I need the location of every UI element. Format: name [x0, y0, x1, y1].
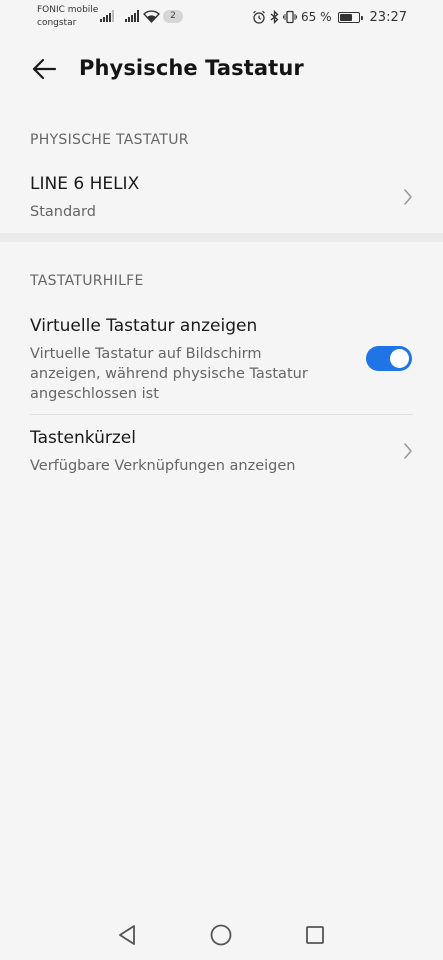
section-divider [0, 233, 443, 242]
carrier-secondary: congstar [37, 18, 77, 28]
carrier-info: FONIC mobile congstar [37, 4, 98, 30]
virtual-keyboard-setting[interactable]: Virtuelle Tastatur anzeigen Virtuelle Ta… [0, 304, 443, 412]
triangle-back-icon [119, 925, 135, 945]
virtual-keyboard-desc-line: Virtuelle Tastatur auf Bildschirm [30, 346, 262, 362]
shortcuts-item[interactable]: Tastenkürzel Verfügbare Verknüpfungen an… [0, 418, 443, 482]
virtual-keyboard-desc-line: anzeigen, während physische Tastatur [30, 366, 308, 382]
chevron-right-icon [404, 443, 412, 459]
section-header-physical-keyboard: PHYSISCHE TASTATUR [30, 132, 189, 148]
vibrate-icon [283, 10, 298, 24]
keyboard-device-name: LINE 6 HELIX [30, 174, 140, 194]
row-divider [30, 414, 413, 415]
page-title: Physische Tastatur [79, 56, 304, 80]
back-arrow-icon [32, 58, 57, 80]
square-recents-icon [306, 926, 324, 944]
wifi-icon [143, 10, 160, 23]
nav-home-button[interactable] [206, 922, 236, 948]
virtual-keyboard-desc-line: angeschlossen ist [30, 386, 159, 402]
bluetooth-icon [270, 10, 279, 24]
alarm-icon [253, 10, 265, 24]
nav-back-button[interactable] [112, 922, 142, 948]
carrier-primary: FONIC mobile [37, 5, 99, 15]
signal-strength-icon [100, 10, 114, 22]
status-bar: FONIC mobile congstar 2 65 % 23:27 [0, 0, 443, 34]
battery-percent: 65 % [301, 10, 332, 24]
keyboard-device-layout: Standard [30, 204, 96, 220]
shortcuts-description: Verfügbare Verknüpfungen anzeigen [30, 458, 296, 474]
back-button[interactable] [24, 52, 64, 86]
keyboard-device-item[interactable]: LINE 6 HELIX Standard [0, 164, 443, 232]
clock: 23:27 [369, 9, 407, 25]
section-header-keyboard-help: TASTATURHILFE [30, 273, 144, 289]
toggle-knob [390, 349, 409, 368]
virtual-keyboard-description: Virtuelle Tastatur auf Bildschirm anzeig… [30, 344, 308, 404]
virtual-keyboard-toggle[interactable] [366, 346, 412, 371]
virtual-keyboard-title: Virtuelle Tastatur anzeigen [30, 316, 258, 336]
status-right-group: 65 % 23:27 [252, 8, 407, 26]
chevron-right-icon [404, 189, 412, 205]
circle-home-icon [210, 924, 232, 946]
system-navigation-bar [0, 910, 443, 960]
battery-icon [337, 11, 363, 23]
app-bar: Physische Tastatur [0, 44, 443, 94]
nav-recents-button[interactable] [300, 922, 330, 948]
shortcuts-title: Tastenkürzel [30, 428, 136, 448]
signal-strength-icon-2 [125, 10, 139, 22]
notification-count-badge: 2 [163, 10, 183, 23]
